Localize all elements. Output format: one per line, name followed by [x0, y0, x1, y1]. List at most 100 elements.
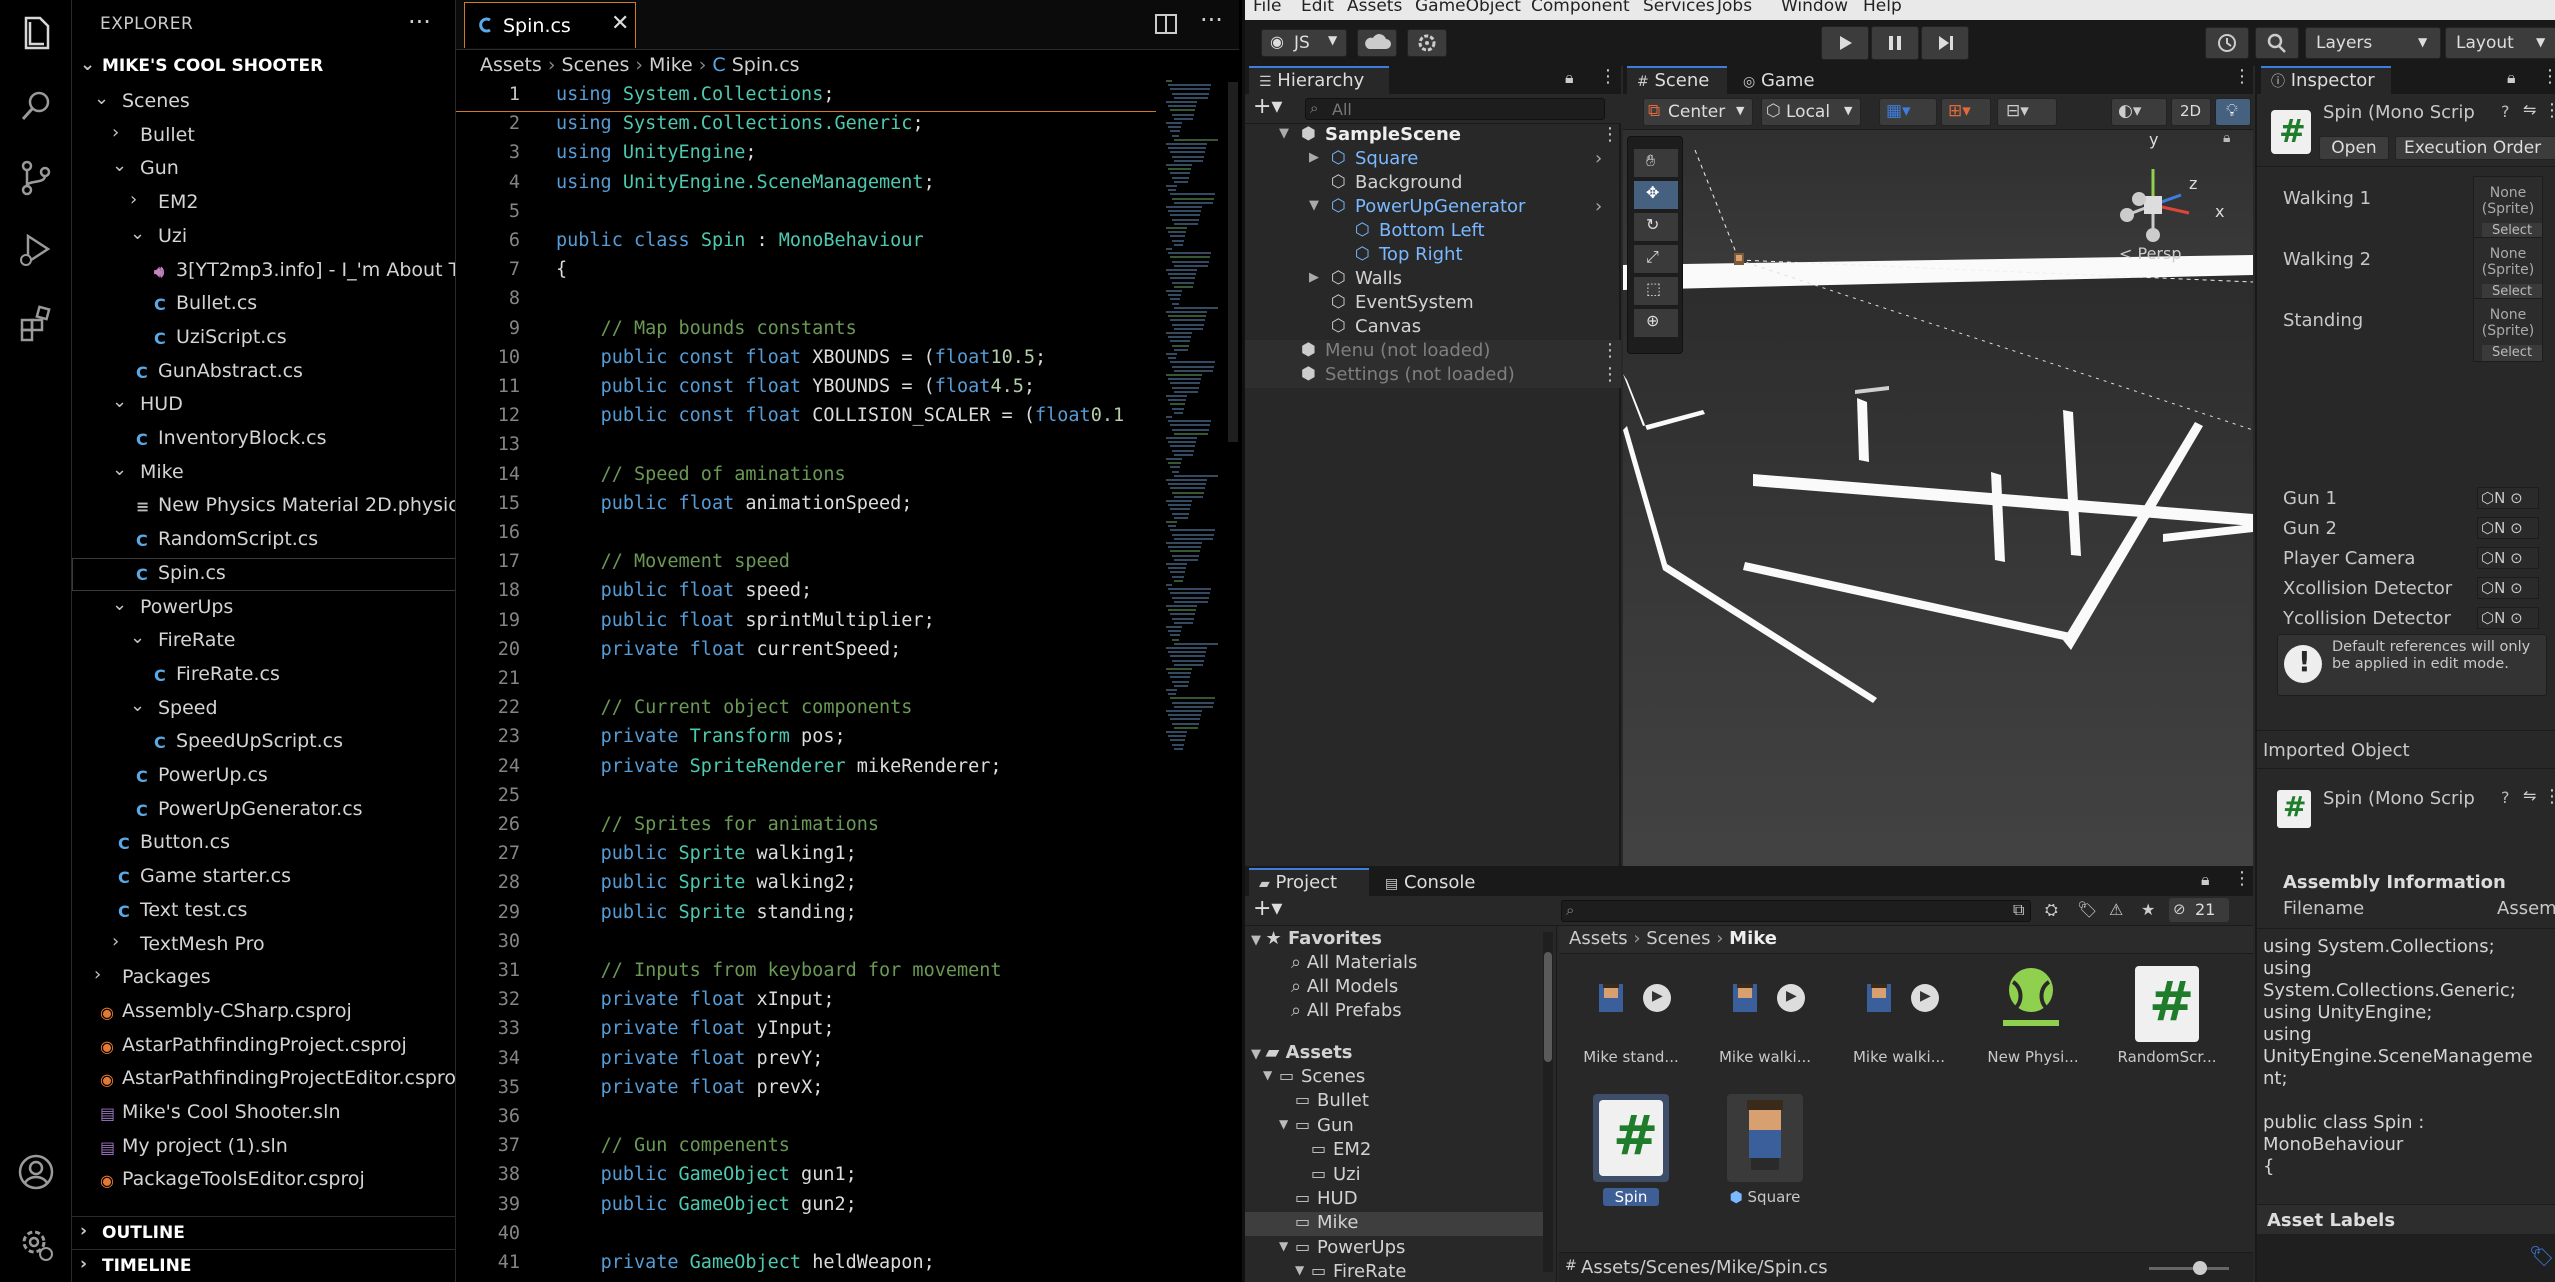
breadcrumb-item[interactable]: Assets: [480, 54, 542, 76]
grid-snap-button[interactable]: ▦▾: [1879, 98, 1937, 126]
breadcrumb-item[interactable]: Mike: [1729, 928, 1777, 949]
tree-item[interactable]: C InventoryBlock.cs: [72, 423, 455, 456]
gameobject-field[interactable]: ⬡N ⊙: [2477, 547, 2539, 569]
hierarchy-item[interactable]: ⬡ Background: [1245, 172, 1621, 196]
filter-type-icon[interactable]: ⛭: [2045, 900, 2058, 920]
gameobject-field[interactable]: ⬡N ⊙: [2477, 487, 2539, 509]
manage-gear-icon[interactable]: [14, 1222, 58, 1266]
hierarchy-item[interactable]: ⬡ Top Right: [1245, 244, 1621, 268]
transform-tool-icon[interactable]: ⊕: [1634, 309, 1678, 337]
breadcrumb-item[interactable]: Assets: [1569, 928, 1628, 949]
lighting-toggle[interactable]: 💡︎: [2215, 98, 2251, 126]
workspace-root[interactable]: ⌄ MIKE'S COOL SHOOTER: [72, 52, 455, 85]
breadcrumb-item[interactable]: Scenes: [562, 54, 630, 76]
tree-item[interactable]: ▤ My project (1).sln: [72, 1131, 455, 1164]
tree-item[interactable]: ⌄ Uzi: [72, 221, 455, 254]
hierarchy-item[interactable]: ▶ ⬡ Walls: [1245, 268, 1621, 292]
hierarchy-item[interactable]: ⬢ Settings (not loaded) ⋮: [1245, 364, 1621, 388]
tree-item[interactable]: › TextMesh Pro: [72, 929, 455, 962]
tree-item[interactable]: ⌄ Speed: [72, 693, 455, 726]
tree-item[interactable]: 🔊︎ 3[YT2mp3.info] - I_'m About To...: [72, 255, 455, 288]
tree-item[interactable]: ◉ Assembly-CSharp.csproj: [72, 996, 455, 1029]
label-icon[interactable]: 🏷︎: [2077, 900, 2097, 919]
scale-tool-icon[interactable]: ⤢: [1634, 245, 1678, 273]
history-icon[interactable]: [2205, 27, 2249, 59]
tab-project[interactable]: ▰ Project: [1249, 868, 1369, 896]
tree-item[interactable]: C SpeedUpScript.cs: [72, 726, 455, 759]
tree-item[interactable]: ⌄ FireRate: [72, 625, 455, 658]
shading-mode-button[interactable]: ◐▾: [2111, 98, 2167, 126]
collab-settings-icon[interactable]: [1407, 29, 1447, 57]
asset-item[interactable]: New Physi...: [1971, 956, 2095, 1090]
play-icon[interactable]: ▶: [1911, 984, 1939, 1012]
editor-scrollbar[interactable]: [1228, 82, 1238, 442]
sprite-object-field[interactable]: None (Sprite) Select: [2473, 298, 2543, 362]
project-folder-item[interactable]: ▭ Uzi: [1245, 1164, 1543, 1188]
tree-item[interactable]: ⌄ HUD: [72, 389, 455, 422]
sprite-object-field[interactable]: None (Sprite) Select: [2473, 176, 2543, 240]
extensions-icon[interactable]: [14, 300, 58, 344]
pause-button[interactable]: [1871, 26, 1919, 60]
source-control-icon[interactable]: [14, 156, 58, 200]
sprite-object-field[interactable]: None (Sprite) Select: [2473, 237, 2543, 301]
project-folder-item[interactable]: ▭ Bullet: [1245, 1090, 1543, 1114]
explorer-icon[interactable]: [14, 12, 58, 56]
asset-item[interactable]: ⬢ Square: [1703, 1094, 1827, 1228]
tree-item[interactable]: ⌄ Gun: [72, 153, 455, 186]
tree-item[interactable]: C Bullet.cs: [72, 288, 455, 321]
menu-item-edit[interactable]: Edit: [1301, 0, 1334, 16]
component-menu-icon[interactable]: ⋮: [2543, 786, 2555, 807]
asset-item[interactable]: ▶ Mike walki...: [1703, 956, 1827, 1090]
search-icon[interactable]: [2255, 27, 2299, 59]
project-folder-item[interactable]: ▼ ▭ FireRate: [1245, 1261, 1543, 1282]
tree-scrollbar[interactable]: [1543, 932, 1553, 1272]
play-icon[interactable]: ▶: [1777, 984, 1805, 1012]
move-tool-icon[interactable]: ✥: [1634, 181, 1678, 209]
perspective-toggle[interactable]: < Persp: [2119, 244, 2181, 263]
row-menu-icon[interactable]: ⋮: [1601, 364, 1619, 385]
tree-item[interactable]: ◉ PackageToolsEditor.csproj: [72, 1164, 455, 1197]
space-local-dropdown[interactable]: ⬡ Local ▼: [1761, 98, 1861, 126]
breadcrumb-item[interactable]: Scenes: [1646, 928, 1710, 949]
tree-item[interactable]: ⌄ Scenes: [72, 86, 455, 119]
project-search-input[interactable]: ⌕: [1561, 900, 2031, 922]
chevron-right-icon[interactable]: ›: [1595, 196, 1602, 217]
open-button[interactable]: Open: [2319, 136, 2389, 160]
favorite-star-icon[interactable]: ★: [2141, 900, 2155, 919]
object-picker-icon[interactable]: ⊙: [2505, 579, 2523, 597]
lock-icon[interactable]: 🔒︎: [2201, 870, 2210, 890]
panel-menu-icon[interactable]: ⋮: [2233, 66, 2251, 87]
step-button[interactable]: [1921, 26, 1969, 60]
project-folder-item[interactable]: ▭ Mike: [1245, 1212, 1543, 1237]
tree-item[interactable]: › Packages: [72, 962, 455, 995]
close-icon[interactable]: ✕: [611, 11, 629, 36]
tree-item[interactable]: ◉ AstarPathfindingProject.csproj: [72, 1030, 455, 1063]
object-picker-icon[interactable]: ⊙: [2505, 549, 2523, 567]
add-icon[interactable]: +▾: [1253, 94, 1282, 119]
hierarchy-search-input[interactable]: ⌕ All: [1305, 98, 1605, 120]
tree-item[interactable]: ⌄ PowerUps: [72, 592, 455, 625]
account-dropdown[interactable]: ◉ JS ▼: [1261, 29, 1347, 57]
tree-item[interactable]: C PowerUpGenerator.cs: [72, 794, 455, 827]
rect-tool-icon[interactable]: ⬚: [1634, 277, 1678, 305]
asset-item[interactable]: ▶ Mike walki...: [1837, 956, 1961, 1090]
gameobject-field[interactable]: ⬡N ⊙: [2477, 517, 2539, 539]
editor-more-button[interactable]: ···: [1200, 6, 1223, 34]
tab-scene[interactable]: # Scene: [1627, 66, 1727, 94]
menu-item-window[interactable]: Window: [1781, 0, 1848, 16]
explorer-more-button[interactable]: ···: [408, 8, 431, 36]
hierarchy-item[interactable]: ▶ ⬡ Square ›: [1245, 148, 1621, 172]
outline-section[interactable]: › OUTLINE: [72, 1216, 455, 1249]
breadcrumb-item[interactable]: Spin.cs: [732, 54, 800, 76]
tree-item[interactable]: C UziScript.cs: [72, 322, 455, 355]
tree-item[interactable]: ≡ New Physics Material 2D.physics...: [72, 490, 455, 523]
tree-item[interactable]: C PowerUp.cs: [72, 760, 455, 793]
search-icon[interactable]: [14, 84, 58, 128]
tree-item[interactable]: ◉ AstarPathfindingProjectEditor.csproj: [72, 1063, 455, 1096]
help-icon[interactable]: ?: [2501, 102, 2510, 121]
menu-item-jobs[interactable]: Jobs: [1717, 0, 1752, 16]
component-menu-icon[interactable]: ⋮: [2543, 100, 2555, 121]
hierarchy-item[interactable]: ⬡ Canvas: [1245, 316, 1621, 340]
chevron-right-icon[interactable]: ›: [1595, 148, 1602, 169]
play-icon[interactable]: ▶: [1643, 984, 1671, 1012]
